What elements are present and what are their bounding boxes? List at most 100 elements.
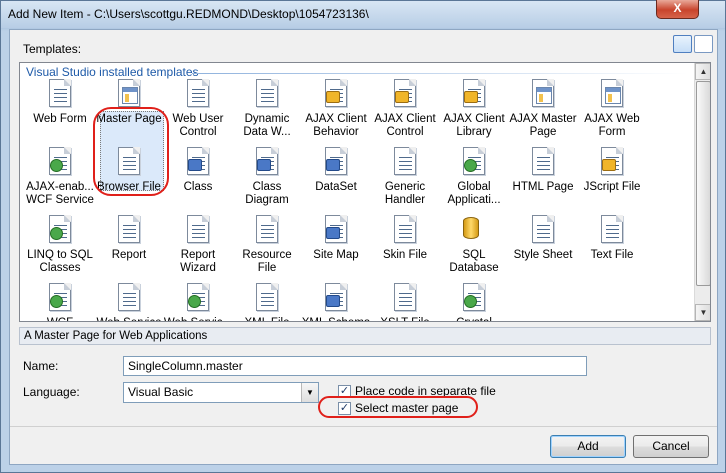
small-icons-view-button[interactable] bbox=[694, 35, 713, 53]
close-button[interactable]: X bbox=[656, 0, 699, 19]
template-item[interactable]: DataSet bbox=[301, 145, 371, 194]
templates-label: Templates: bbox=[23, 42, 82, 56]
add-button[interactable]: Add bbox=[550, 435, 626, 458]
ajax-master-page-icon bbox=[528, 77, 558, 109]
annotation-circle-select-master bbox=[318, 396, 478, 418]
template-item-label: Web Form bbox=[33, 113, 87, 125]
resource-file-icon bbox=[252, 213, 282, 245]
dialog-body: Templates: Visual Studio installed templ… bbox=[9, 29, 718, 465]
language-label: Language: bbox=[23, 385, 80, 399]
chevron-down-icon[interactable]: ▼ bbox=[301, 383, 318, 402]
template-item[interactable]: Site Map bbox=[301, 213, 371, 262]
template-item-label: JScript File bbox=[583, 181, 641, 193]
template-item[interactable]: AJAX-enab... WCF Service bbox=[25, 145, 95, 207]
template-item[interactable]: WCF Servic... bbox=[25, 281, 95, 321]
template-item[interactable]: Report Wizard bbox=[163, 213, 233, 275]
template-item-label: XML File bbox=[232, 317, 302, 321]
template-item[interactable]: Generic Handler bbox=[370, 145, 440, 207]
template-item[interactable]: Crystal bbox=[439, 281, 509, 321]
name-field[interactable]: SingleColumn.master bbox=[123, 356, 587, 376]
template-item[interactable]: Web Form bbox=[25, 77, 95, 126]
scroll-up-arrow-icon[interactable]: ▲ bbox=[695, 63, 710, 80]
master-page-icon bbox=[114, 77, 144, 109]
template-item-label: HTML Page bbox=[512, 181, 574, 193]
template-item-label: Style Sheet bbox=[513, 249, 573, 261]
template-item[interactable]: JScript File bbox=[577, 145, 647, 194]
scroll-down-arrow-icon[interactable]: ▼ bbox=[695, 304, 710, 321]
annotation-circle-master-page bbox=[93, 107, 169, 196]
title-bar[interactable]: Add New Item - C:\Users\scottgu.REDMOND\… bbox=[1, 0, 725, 28]
template-item-label: Web Service bbox=[94, 317, 164, 321]
template-item[interactable]: XML File bbox=[232, 281, 302, 321]
template-item-label: Web User Control bbox=[172, 113, 224, 138]
template-item-label: AJAX Client Behavior bbox=[305, 113, 367, 138]
window-title: Add New Item - C:\Users\scottgu.REDMOND\… bbox=[8, 7, 369, 21]
template-item[interactable]: AJAX Client Control bbox=[370, 77, 440, 139]
template-item[interactable]: Web User Control bbox=[163, 77, 233, 139]
cancel-button[interactable]: Cancel bbox=[633, 435, 709, 458]
large-icons-view-button[interactable] bbox=[673, 35, 692, 53]
template-item-label: XML Schema bbox=[301, 317, 371, 321]
template-item-label: AJAX-enab... WCF Service bbox=[26, 181, 94, 206]
template-item-label: AJAX Client Control bbox=[374, 113, 436, 138]
web-user-control-icon bbox=[183, 77, 213, 109]
style-sheet-icon bbox=[528, 213, 558, 245]
template-item-label: Dynamic Data W... bbox=[243, 113, 291, 138]
template-item[interactable]: SQL Database bbox=[439, 213, 509, 275]
global-application-icon bbox=[459, 145, 489, 177]
template-item-label: SQL Database bbox=[449, 249, 499, 274]
template-item[interactable]: AJAX Web Form bbox=[577, 77, 647, 139]
templates-scrollbar[interactable]: ▲ ▼ bbox=[694, 63, 710, 321]
template-item[interactable]: Skin File bbox=[370, 213, 440, 262]
template-item[interactable]: Class bbox=[163, 145, 233, 194]
ajax-client-control-icon bbox=[390, 77, 420, 109]
scrollbar-thumb[interactable] bbox=[696, 81, 710, 286]
template-item[interactable]: Web Service bbox=[94, 281, 164, 321]
footer-divider bbox=[10, 426, 717, 427]
template-item[interactable]: AJAX Client Behavior bbox=[301, 77, 371, 139]
template-item[interactable]: Resource File bbox=[232, 213, 302, 275]
template-item-label: Class bbox=[183, 181, 213, 193]
template-item[interactable]: Text File bbox=[577, 213, 647, 262]
wcf-service-icon bbox=[45, 281, 75, 313]
template-item[interactable]: Global Applicati... bbox=[439, 145, 509, 207]
add-new-item-dialog: Add New Item - C:\Users\scottgu.REDMOND\… bbox=[0, 0, 726, 473]
template-item[interactable]: Report bbox=[94, 213, 164, 262]
template-item[interactable]: Web Servic... bbox=[163, 281, 233, 321]
ajax-wcf-service-icon bbox=[45, 145, 75, 177]
ajax-client-library-icon bbox=[459, 77, 489, 109]
template-item-label: LINQ to SQL Classes bbox=[27, 249, 93, 274]
template-item[interactable]: XSLT File bbox=[370, 281, 440, 321]
xslt-file-icon bbox=[390, 281, 420, 313]
report-icon bbox=[114, 213, 144, 245]
template-item-label: XSLT File bbox=[370, 317, 440, 321]
template-item[interactable]: HTML Page bbox=[508, 145, 578, 194]
template-item-label: AJAX Web Form bbox=[584, 113, 640, 138]
template-item-label: AJAX Client Library bbox=[443, 113, 505, 138]
template-description: A Master Page for Web Applications bbox=[19, 327, 711, 345]
template-item[interactable]: LINQ to SQL Classes bbox=[25, 213, 95, 275]
template-item[interactable]: Class Diagram bbox=[232, 145, 302, 207]
skin-file-icon bbox=[390, 213, 420, 245]
ajax-client-behavior-icon bbox=[321, 77, 351, 109]
template-item-label: Skin File bbox=[382, 249, 428, 261]
template-item[interactable]: Dynamic Data W... bbox=[232, 77, 302, 139]
report-wizard-icon bbox=[183, 213, 213, 245]
language-select[interactable]: Visual Basic ▼ bbox=[123, 382, 319, 403]
ajax-web-form-icon bbox=[597, 77, 627, 109]
template-item[interactable]: AJAX Client Library bbox=[439, 77, 509, 139]
group-divider bbox=[192, 73, 688, 74]
name-label: Name: bbox=[23, 359, 59, 373]
site-map-icon bbox=[321, 213, 351, 245]
template-item[interactable]: AJAX Master Page bbox=[508, 77, 578, 139]
template-item-label: WCF Servic... bbox=[25, 317, 95, 321]
web-form-icon bbox=[45, 77, 75, 109]
linq-to-sql-icon bbox=[45, 213, 75, 245]
class-diagram-icon bbox=[252, 145, 282, 177]
template-item[interactable]: Style Sheet bbox=[508, 213, 578, 262]
template-item[interactable]: XML Schema bbox=[301, 281, 371, 321]
language-selected-value: Visual Basic bbox=[128, 385, 194, 399]
templates-list[interactable]: Visual Studio installed templates Web Fo… bbox=[19, 62, 711, 322]
template-item-label: DataSet bbox=[315, 181, 357, 193]
xml-file-icon bbox=[252, 281, 282, 313]
